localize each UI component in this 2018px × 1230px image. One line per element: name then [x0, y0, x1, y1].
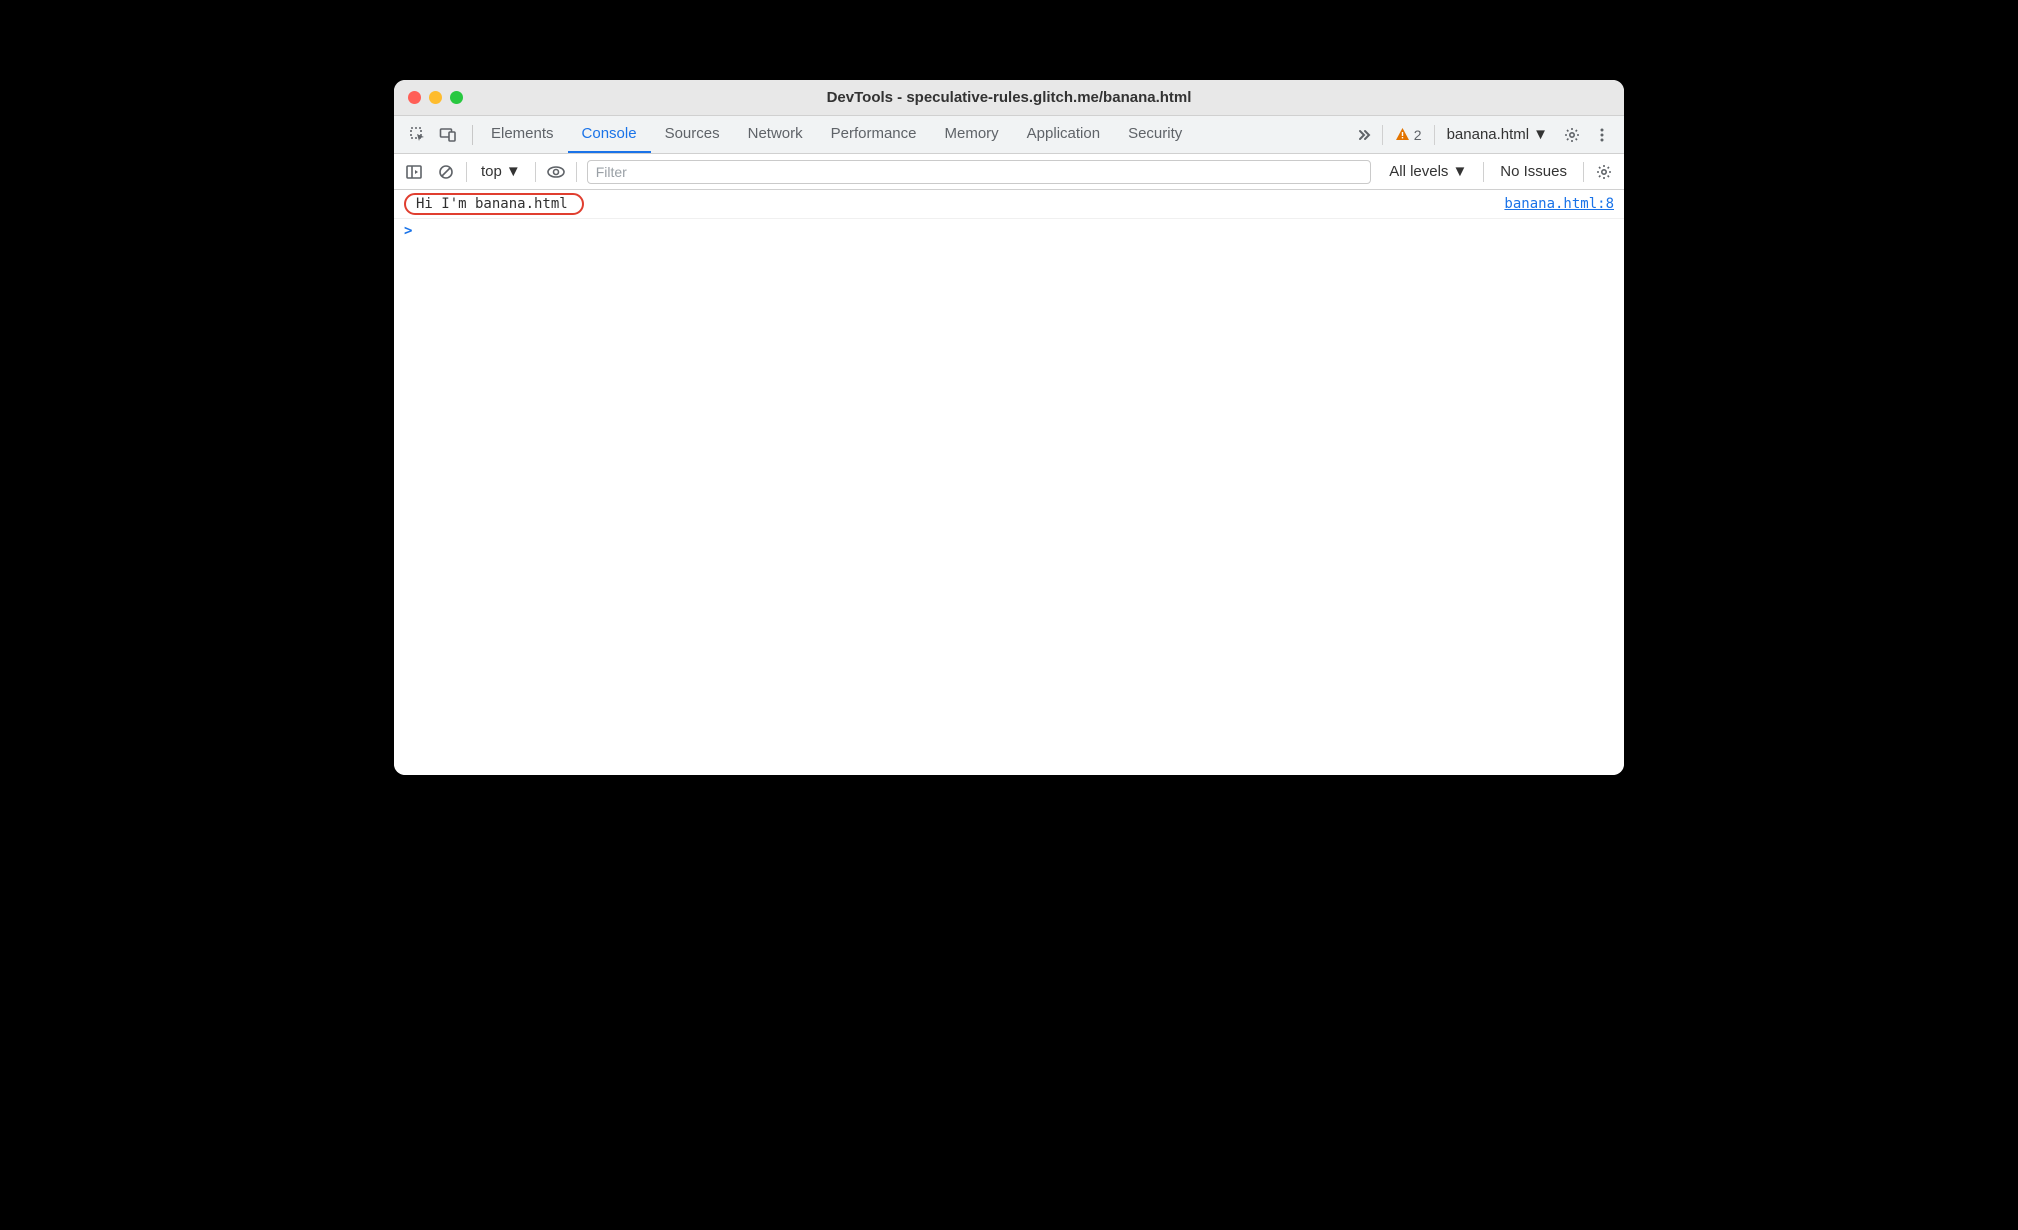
context-select[interactable]: top ▼	[473, 163, 529, 180]
log-levels-select[interactable]: All levels ▼	[1379, 163, 1477, 180]
warning-icon	[1395, 127, 1410, 142]
tab-performance[interactable]: Performance	[817, 116, 931, 153]
divider	[1483, 162, 1484, 182]
tab-security[interactable]: Security	[1114, 116, 1196, 153]
tab-memory[interactable]: Memory	[931, 116, 1013, 153]
settings-icon[interactable]	[1558, 121, 1586, 149]
kebab-menu-icon[interactable]	[1588, 121, 1616, 149]
more-tabs-icon[interactable]	[1350, 121, 1378, 149]
tab-elements[interactable]: Elements	[477, 116, 568, 153]
log-message-text: Hi I'm banana.html	[404, 193, 584, 215]
tab-application[interactable]: Application	[1013, 116, 1114, 153]
minimize-window-button[interactable]	[429, 91, 442, 104]
live-expression-icon[interactable]	[542, 158, 570, 186]
toggle-sidebar-icon[interactable]	[400, 158, 428, 186]
divider	[1434, 125, 1435, 145]
divider	[1583, 162, 1584, 182]
warning-count[interactable]: 2	[1387, 127, 1430, 143]
divider	[472, 125, 473, 145]
console-log-row[interactable]: Hi I'm banana.html banana.html:8	[394, 190, 1624, 219]
console-toolbar: top ▼ All levels ▼ No Issues	[394, 154, 1624, 190]
divider	[466, 162, 467, 182]
divider	[576, 162, 577, 182]
device-toolbar-icon[interactable]	[434, 121, 462, 149]
inspect-element-icon[interactable]	[404, 121, 432, 149]
tabs-bar: Elements Console Sources Network Perform…	[394, 116, 1624, 154]
console-output: Hi I'm banana.html banana.html:8 >	[394, 190, 1624, 775]
maximize-window-button[interactable]	[450, 91, 463, 104]
divider	[535, 162, 536, 182]
divider	[1382, 125, 1383, 145]
devtools-window: DevTools - speculative-rules.glitch.me/b…	[394, 80, 1624, 775]
window-controls	[394, 91, 463, 104]
target-label: banana.html	[1447, 126, 1530, 143]
console-settings-icon[interactable]	[1590, 158, 1618, 186]
warning-count-value: 2	[1414, 127, 1422, 143]
log-message-cell: Hi I'm banana.html	[404, 193, 1504, 215]
target-select[interactable]: banana.html ▼	[1439, 126, 1556, 143]
chevron-down-icon: ▼	[1452, 163, 1467, 180]
tabs-left-controls	[398, 116, 468, 153]
issues-link[interactable]: No Issues	[1490, 163, 1577, 180]
panel-tabs: Elements Console Sources Network Perform…	[477, 116, 1196, 153]
chevron-down-icon: ▼	[1533, 126, 1548, 143]
log-source-link[interactable]: banana.html:8	[1504, 196, 1614, 212]
clear-console-icon[interactable]	[432, 158, 460, 186]
close-window-button[interactable]	[408, 91, 421, 104]
filter-input[interactable]	[587, 160, 1372, 184]
tab-network[interactable]: Network	[734, 116, 817, 153]
window-title: DevTools - speculative-rules.glitch.me/b…	[827, 89, 1192, 106]
prompt-caret-icon: >	[404, 223, 412, 239]
tab-console[interactable]: Console	[568, 116, 651, 153]
levels-label: All levels	[1389, 163, 1448, 180]
console-prompt[interactable]: >	[394, 219, 1624, 243]
context-label: top	[481, 163, 502, 180]
tab-sources[interactable]: Sources	[651, 116, 734, 153]
chevron-down-icon: ▼	[506, 163, 521, 180]
tabs-right-controls: 2 banana.html ▼	[1350, 116, 1620, 153]
titlebar: DevTools - speculative-rules.glitch.me/b…	[394, 80, 1624, 116]
